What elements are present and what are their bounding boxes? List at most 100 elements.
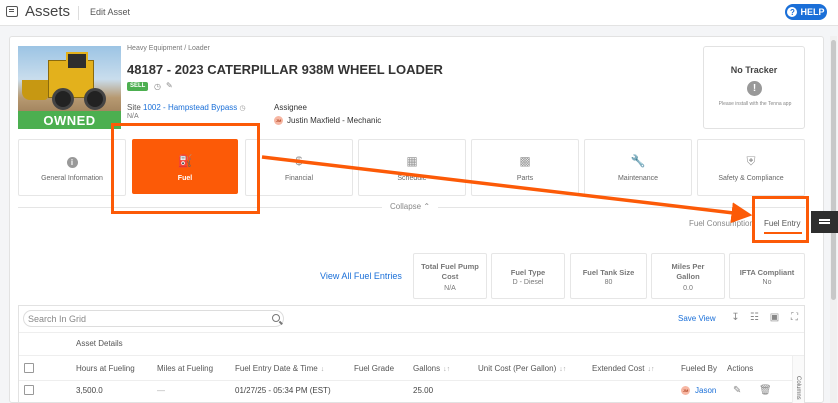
highlight-box-fuel xyxy=(111,123,260,214)
tile-schedule[interactable]: ▦ Schedule xyxy=(358,139,466,196)
help-icon: ? xyxy=(787,7,798,17)
tile-label: Maintenance xyxy=(617,175,659,182)
cell-miles: — xyxy=(157,386,165,395)
site-label: Site xyxy=(127,103,141,112)
stat-label: IFTA Compliant xyxy=(739,268,795,277)
column-header[interactable]: Gallons ↓↑ xyxy=(413,364,450,373)
tile-label: Financial xyxy=(284,175,313,182)
scrollbar-thumb[interactable] xyxy=(831,40,836,300)
divider xyxy=(19,332,804,333)
search-icon[interactable] xyxy=(272,314,280,322)
sort-icon: ↓↑ xyxy=(559,366,567,373)
alert-icon: ! xyxy=(747,81,762,96)
column-header[interactable]: Fuel Grade xyxy=(354,364,394,373)
tracker-title: No Tracker xyxy=(730,65,778,75)
select-all-checkbox[interactable] xyxy=(24,363,34,373)
tile-parts[interactable]: ▩ Parts xyxy=(471,139,579,196)
tile-label: General Information xyxy=(41,175,103,182)
dollar-icon: $ xyxy=(295,154,303,168)
help-button[interactable]: ? HELP xyxy=(785,4,827,20)
info-icon: i xyxy=(19,154,125,168)
tile-label: Parts xyxy=(516,175,534,182)
grid-search[interactable] xyxy=(23,310,284,327)
assignee-avatar: JM xyxy=(274,116,283,125)
fit-columns-icon[interactable]: ▣ xyxy=(769,313,780,323)
cell-hours: 3,500.0 xyxy=(76,386,103,395)
stat-fuel-type: Fuel Type D - Diesel xyxy=(491,253,565,299)
columns-icon[interactable]: ☷ xyxy=(749,313,760,323)
view-all-fuel-entries-link[interactable]: View All Fuel Entries xyxy=(320,271,402,281)
column-group-header: Asset Details xyxy=(76,339,123,348)
column-header: Actions xyxy=(727,364,754,373)
tile-safety-compliance[interactable]: ⛨ Safety & Compliance xyxy=(697,139,805,196)
site-field: Site 1002 - Hampstead Bypass ◷ xyxy=(127,103,246,112)
tracker-panel: No Tracker ! Please install with the Ten… xyxy=(703,46,805,129)
ownership-banner: OWNED xyxy=(18,111,121,129)
sort-icon: ↓↑ xyxy=(647,366,655,373)
stat-label: Fuel Tank Size xyxy=(582,268,635,277)
edit-icon[interactable]: ✎ xyxy=(733,385,741,396)
help-label: HELP xyxy=(800,7,825,17)
fueled-by-link[interactable]: Jason xyxy=(695,386,716,395)
stat-value: 80 xyxy=(604,279,613,286)
column-header[interactable]: Fueled By xyxy=(681,364,717,373)
columns-panel-label: Columns xyxy=(795,376,801,400)
site-sub-value: N/A xyxy=(127,113,139,120)
status-badge: SELL xyxy=(127,82,149,91)
search-input[interactable] xyxy=(28,312,268,325)
collapse-label: Collapse xyxy=(390,202,422,211)
breadcrumb: Edit Asset xyxy=(90,7,131,17)
stat-value: No xyxy=(762,279,772,286)
site-history-icon[interactable]: ◷ xyxy=(240,105,246,112)
collapse-button[interactable]: Collapse ⌃ xyxy=(382,202,439,211)
filter-button[interactable] xyxy=(811,211,838,233)
stat-miles-per-gallon: Miles Per Gallon 0.0 xyxy=(651,253,725,299)
filter-icon xyxy=(819,219,830,221)
columns-side-panel[interactable]: Columns xyxy=(792,356,804,403)
divider xyxy=(19,355,804,356)
chevron-up-icon: ⌃ xyxy=(423,202,431,211)
stat-value: D - Diesel xyxy=(512,279,544,286)
stat-label: Miles Per Gallon xyxy=(671,262,705,281)
stat-fuel-tank-size: Fuel Tank Size 80 xyxy=(570,253,647,299)
save-view-button[interactable]: Save View xyxy=(678,314,716,323)
column-header[interactable]: Miles at Fueling xyxy=(157,364,213,373)
site-link[interactable]: 1002 - Hampstead Bypass xyxy=(143,103,237,112)
stat-value: 0.0 xyxy=(683,285,693,292)
asset-category: Heavy Equipment / Loader xyxy=(127,45,210,52)
tile-financial[interactable]: $ Financial xyxy=(245,139,353,196)
history-icon[interactable]: ◷ xyxy=(154,82,161,91)
sort-icon: ↓↑ xyxy=(443,366,451,373)
column-header[interactable]: Fuel Entry Date & Time ↓ xyxy=(235,364,324,373)
stat-label: Total Fuel Pump Cost xyxy=(421,262,479,281)
download-icon[interactable]: ↧ xyxy=(730,313,741,323)
stat-ifta-compliant: IFTA Compliant No xyxy=(729,253,805,299)
cell-datetime: 01/27/25 - 05:34 PM (EST) xyxy=(235,386,331,395)
highlight-box-fuel-entry xyxy=(752,196,809,243)
parts-icon: ▩ xyxy=(519,154,531,168)
title-divider xyxy=(78,6,79,20)
row-checkbox[interactable] xyxy=(24,385,34,395)
tile-maintenance[interactable]: 🔧 Maintenance xyxy=(584,139,692,196)
tile-label: Schedule xyxy=(397,175,427,182)
sort-down-icon: ↓ xyxy=(320,366,325,373)
column-header[interactable]: Hours at Fueling xyxy=(76,364,135,373)
wrench-icon: 🔧 xyxy=(630,154,646,168)
asset-title: 48187 - 2023 CATERPILLAR 938M WHEEL LOAD… xyxy=(127,62,443,77)
column-header[interactable]: Unit Cost (Per Gallon) ↓↑ xyxy=(478,364,566,373)
divider xyxy=(19,380,804,381)
assets-icon xyxy=(6,6,18,17)
assignee-value: Justin Maxfield - Mechanic xyxy=(287,116,382,125)
tab-fuel-consumption[interactable]: Fuel Consumption xyxy=(689,219,754,228)
stat-total-fuel-pump-cost: Total Fuel Pump Cost N/A xyxy=(413,253,487,299)
shield-icon: ⛨ xyxy=(746,154,756,168)
tile-general-information[interactable]: i General Information xyxy=(18,139,126,196)
calendar-icon: ▦ xyxy=(406,154,418,168)
stat-label: Fuel Type xyxy=(510,268,546,277)
cell-gallons: 25.00 xyxy=(413,386,434,395)
fullscreen-icon[interactable]: ⛶ xyxy=(789,313,800,323)
top-bar: Assets Edit Asset ? HELP xyxy=(0,0,838,26)
edit-icon[interactable]: ✎ xyxy=(166,81,173,90)
delete-icon[interactable]: 🗑 xyxy=(759,385,772,396)
column-header[interactable]: Extended Cost ↓↑ xyxy=(592,364,654,373)
